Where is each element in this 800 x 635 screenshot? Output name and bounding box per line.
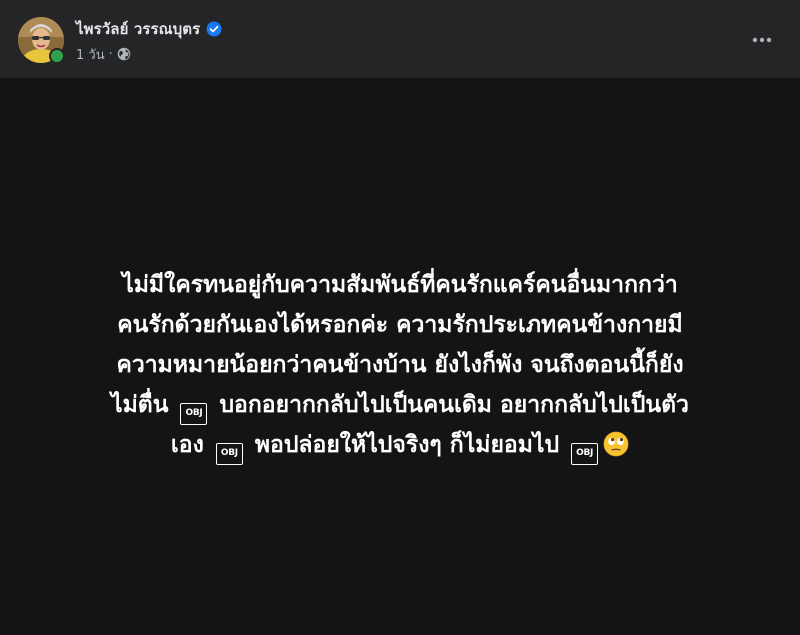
author-name[interactable]: ไพรวัลย์ วรรณบุตร [76,17,200,41]
status-text-segment: บอกอยากกลับไปเป็นคนเดิม อยากกลับไปเป็นตั… [211,392,689,418]
object-replacement-glyph: OBJ [571,443,599,465]
post-timestamp[interactable]: 1 วัน [76,44,105,65]
status-text-line: ความหมายน้อยกว่าคนข้างบ้าน ยังไงก็พัง จน… [30,345,770,385]
more-options-button[interactable] [744,22,780,58]
author-line: ไพรวัลย์ วรรณบุตร [76,18,222,40]
post-body: ไม่มีใครทนอยู่กับความสัมพันธ์ที่คนรักแคร… [0,78,800,635]
status-text-segment: คนรักด้วยกันเองได้หรอกค่ะ ความรักประเภทค… [117,312,683,338]
status-text-segment: พอปล่อยให้ไปจริงๆ ก็ไม่ยอมไป [246,432,568,458]
verified-badge-icon [206,21,222,37]
status-text-line: ไม่ตื่น OBJ บอกอยากกลับไปเป็นคนเดิม อยาก… [30,385,770,425]
online-status-dot [49,48,65,64]
meta-separator: · [108,46,113,62]
status-text-line: ไม่มีใครทนอยู่กับความสัมพันธ์ที่คนรักแคร… [30,265,770,305]
status-text-line: คนรักด้วยกันเองได้หรอกค่ะ ความรักประเภทค… [30,305,770,345]
status-text-segment: ไม่มีใครทนอยู่กับความสัมพันธ์ที่คนรักแคร… [122,272,678,298]
post-header: ไพรวัลย์ วรรณบุตร 1 วัน · [0,0,800,78]
globe-icon[interactable] [117,47,131,61]
facebook-post: ไพรวัลย์ วรรณบุตร 1 วัน · ไม่มีใครทนอยู่… [0,0,800,635]
status-text-segment: เอง [170,432,212,458]
status-text-segment: ความหมายน้อยกว่าคนข้างบ้าน ยังไงก็พัง จน… [116,352,684,378]
rolling-eyes-emoji-icon [603,430,629,457]
status-text-line: เอง OBJ พอปล่อยให้ไปจริงๆ ก็ไม่ยอมไป OBJ [30,425,770,465]
post-meta: 1 วัน · [76,44,131,64]
author-avatar-link[interactable] [18,17,65,64]
more-horizontal-icon [752,37,772,43]
status-text: ไม่มีใครทนอยู่กับความสัมพันธ์ที่คนรักแคร… [30,265,770,465]
object-replacement-glyph: OBJ [215,443,243,465]
status-text-segment: ไม่ตื่น [111,392,177,418]
object-replacement-glyph: OBJ [180,403,208,425]
